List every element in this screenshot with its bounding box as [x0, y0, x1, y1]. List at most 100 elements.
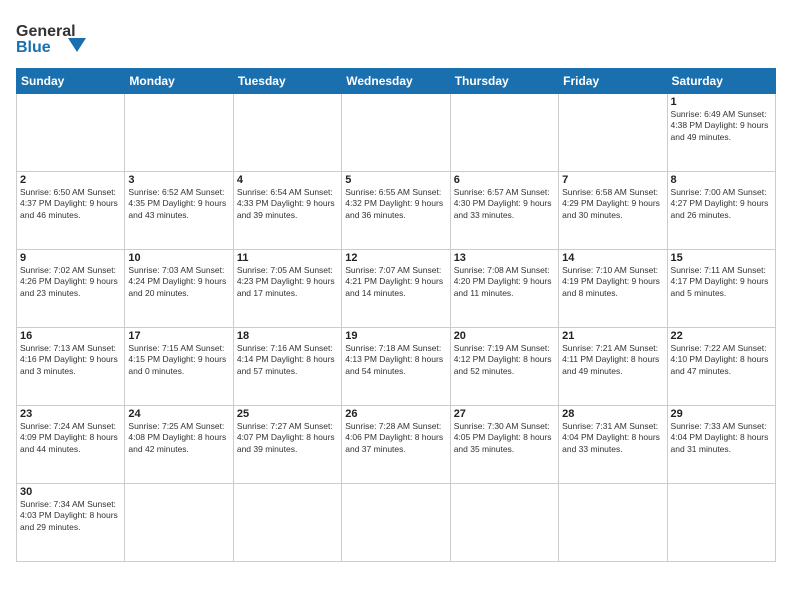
- weekday-monday: Monday: [125, 69, 233, 94]
- day-cell: [559, 484, 667, 562]
- day-number: 9: [20, 252, 121, 264]
- day-cell: 8Sunrise: 7:00 AM Sunset: 4:27 PM Daylig…: [667, 172, 775, 250]
- week-row-1: 2Sunrise: 6:50 AM Sunset: 4:37 PM Daylig…: [17, 172, 776, 250]
- day-info: Sunrise: 7:02 AM Sunset: 4:26 PM Dayligh…: [20, 265, 121, 299]
- day-number: 2: [20, 174, 121, 186]
- day-info: Sunrise: 7:11 AM Sunset: 4:17 PM Dayligh…: [671, 265, 772, 299]
- day-cell: [559, 94, 667, 172]
- day-number: 17: [128, 330, 229, 342]
- svg-text:Blue: Blue: [16, 39, 51, 56]
- week-row-4: 23Sunrise: 7:24 AM Sunset: 4:09 PM Dayli…: [17, 406, 776, 484]
- day-cell: [667, 484, 775, 562]
- day-number: 3: [128, 174, 229, 186]
- day-cell: 12Sunrise: 7:07 AM Sunset: 4:21 PM Dayli…: [342, 250, 450, 328]
- day-cell: 15Sunrise: 7:11 AM Sunset: 4:17 PM Dayli…: [667, 250, 775, 328]
- day-info: Sunrise: 6:54 AM Sunset: 4:33 PM Dayligh…: [237, 187, 338, 221]
- weekday-row: SundayMondayTuesdayWednesdayThursdayFrid…: [17, 69, 776, 94]
- header: General Blue: [16, 16, 776, 60]
- day-cell: 22Sunrise: 7:22 AM Sunset: 4:10 PM Dayli…: [667, 328, 775, 406]
- day-info: Sunrise: 7:05 AM Sunset: 4:23 PM Dayligh…: [237, 265, 338, 299]
- day-cell: 4Sunrise: 6:54 AM Sunset: 4:33 PM Daylig…: [233, 172, 341, 250]
- day-cell: 29Sunrise: 7:33 AM Sunset: 4:04 PM Dayli…: [667, 406, 775, 484]
- day-cell: 21Sunrise: 7:21 AM Sunset: 4:11 PM Dayli…: [559, 328, 667, 406]
- calendar-body: 1Sunrise: 6:49 AM Sunset: 4:38 PM Daylig…: [17, 94, 776, 562]
- week-row-0: 1Sunrise: 6:49 AM Sunset: 4:38 PM Daylig…: [17, 94, 776, 172]
- day-info: Sunrise: 6:50 AM Sunset: 4:37 PM Dayligh…: [20, 187, 121, 221]
- day-info: Sunrise: 7:03 AM Sunset: 4:24 PM Dayligh…: [128, 265, 229, 299]
- day-info: Sunrise: 7:31 AM Sunset: 4:04 PM Dayligh…: [562, 421, 663, 455]
- day-info: Sunrise: 7:07 AM Sunset: 4:21 PM Dayligh…: [345, 265, 446, 299]
- day-cell: [125, 484, 233, 562]
- day-info: Sunrise: 7:18 AM Sunset: 4:13 PM Dayligh…: [345, 343, 446, 377]
- weekday-friday: Friday: [559, 69, 667, 94]
- day-number: 7: [562, 174, 663, 186]
- weekday-tuesday: Tuesday: [233, 69, 341, 94]
- day-cell: 27Sunrise: 7:30 AM Sunset: 4:05 PM Dayli…: [450, 406, 558, 484]
- day-cell: [233, 484, 341, 562]
- day-info: Sunrise: 7:33 AM Sunset: 4:04 PM Dayligh…: [671, 421, 772, 455]
- day-cell: [342, 94, 450, 172]
- day-info: Sunrise: 7:27 AM Sunset: 4:07 PM Dayligh…: [237, 421, 338, 455]
- day-info: Sunrise: 7:30 AM Sunset: 4:05 PM Dayligh…: [454, 421, 555, 455]
- day-info: Sunrise: 7:15 AM Sunset: 4:15 PM Dayligh…: [128, 343, 229, 377]
- day-number: 6: [454, 174, 555, 186]
- day-number: 13: [454, 252, 555, 264]
- page: General Blue SundayMondayTuesdayWednesda…: [0, 0, 792, 612]
- day-number: 16: [20, 330, 121, 342]
- day-cell: 11Sunrise: 7:05 AM Sunset: 4:23 PM Dayli…: [233, 250, 341, 328]
- day-number: 29: [671, 408, 772, 420]
- day-cell: 23Sunrise: 7:24 AM Sunset: 4:09 PM Dayli…: [17, 406, 125, 484]
- day-cell: [450, 94, 558, 172]
- day-number: 26: [345, 408, 446, 420]
- day-number: 4: [237, 174, 338, 186]
- day-number: 8: [671, 174, 772, 186]
- day-number: 24: [128, 408, 229, 420]
- day-info: Sunrise: 7:22 AM Sunset: 4:10 PM Dayligh…: [671, 343, 772, 377]
- day-info: Sunrise: 7:21 AM Sunset: 4:11 PM Dayligh…: [562, 343, 663, 377]
- weekday-sunday: Sunday: [17, 69, 125, 94]
- day-cell: 26Sunrise: 7:28 AM Sunset: 4:06 PM Dayli…: [342, 406, 450, 484]
- day-info: Sunrise: 6:57 AM Sunset: 4:30 PM Dayligh…: [454, 187, 555, 221]
- day-cell: 10Sunrise: 7:03 AM Sunset: 4:24 PM Dayli…: [125, 250, 233, 328]
- day-info: Sunrise: 7:19 AM Sunset: 4:12 PM Dayligh…: [454, 343, 555, 377]
- day-info: Sunrise: 7:16 AM Sunset: 4:14 PM Dayligh…: [237, 343, 338, 377]
- day-number: 18: [237, 330, 338, 342]
- day-cell: [342, 484, 450, 562]
- day-number: 21: [562, 330, 663, 342]
- day-number: 30: [20, 486, 121, 498]
- day-cell: 6Sunrise: 6:57 AM Sunset: 4:30 PM Daylig…: [450, 172, 558, 250]
- day-number: 19: [345, 330, 446, 342]
- day-cell: [125, 94, 233, 172]
- day-info: Sunrise: 6:58 AM Sunset: 4:29 PM Dayligh…: [562, 187, 663, 221]
- day-cell: [233, 94, 341, 172]
- day-cell: 14Sunrise: 7:10 AM Sunset: 4:19 PM Dayli…: [559, 250, 667, 328]
- day-cell: 5Sunrise: 6:55 AM Sunset: 4:32 PM Daylig…: [342, 172, 450, 250]
- day-cell: 30Sunrise: 7:34 AM Sunset: 4:03 PM Dayli…: [17, 484, 125, 562]
- day-number: 28: [562, 408, 663, 420]
- svg-text:General: General: [16, 23, 76, 40]
- day-cell: 18Sunrise: 7:16 AM Sunset: 4:14 PM Dayli…: [233, 328, 341, 406]
- day-info: Sunrise: 6:49 AM Sunset: 4:38 PM Dayligh…: [671, 109, 772, 143]
- day-info: Sunrise: 7:34 AM Sunset: 4:03 PM Dayligh…: [20, 499, 121, 533]
- day-cell: 19Sunrise: 7:18 AM Sunset: 4:13 PM Dayli…: [342, 328, 450, 406]
- day-number: 25: [237, 408, 338, 420]
- day-info: Sunrise: 7:13 AM Sunset: 4:16 PM Dayligh…: [20, 343, 121, 377]
- day-cell: 16Sunrise: 7:13 AM Sunset: 4:16 PM Dayli…: [17, 328, 125, 406]
- day-info: Sunrise: 7:25 AM Sunset: 4:08 PM Dayligh…: [128, 421, 229, 455]
- day-number: 22: [671, 330, 772, 342]
- weekday-thursday: Thursday: [450, 69, 558, 94]
- day-number: 1: [671, 96, 772, 108]
- day-number: 14: [562, 252, 663, 264]
- day-number: 15: [671, 252, 772, 264]
- day-info: Sunrise: 7:08 AM Sunset: 4:20 PM Dayligh…: [454, 265, 555, 299]
- day-cell: 28Sunrise: 7:31 AM Sunset: 4:04 PM Dayli…: [559, 406, 667, 484]
- day-info: Sunrise: 7:10 AM Sunset: 4:19 PM Dayligh…: [562, 265, 663, 299]
- day-info: Sunrise: 7:00 AM Sunset: 4:27 PM Dayligh…: [671, 187, 772, 221]
- day-number: 20: [454, 330, 555, 342]
- day-cell: 9Sunrise: 7:02 AM Sunset: 4:26 PM Daylig…: [17, 250, 125, 328]
- day-number: 12: [345, 252, 446, 264]
- day-number: 11: [237, 252, 338, 264]
- day-cell: [450, 484, 558, 562]
- day-info: Sunrise: 6:55 AM Sunset: 4:32 PM Dayligh…: [345, 187, 446, 221]
- day-cell: 2Sunrise: 6:50 AM Sunset: 4:37 PM Daylig…: [17, 172, 125, 250]
